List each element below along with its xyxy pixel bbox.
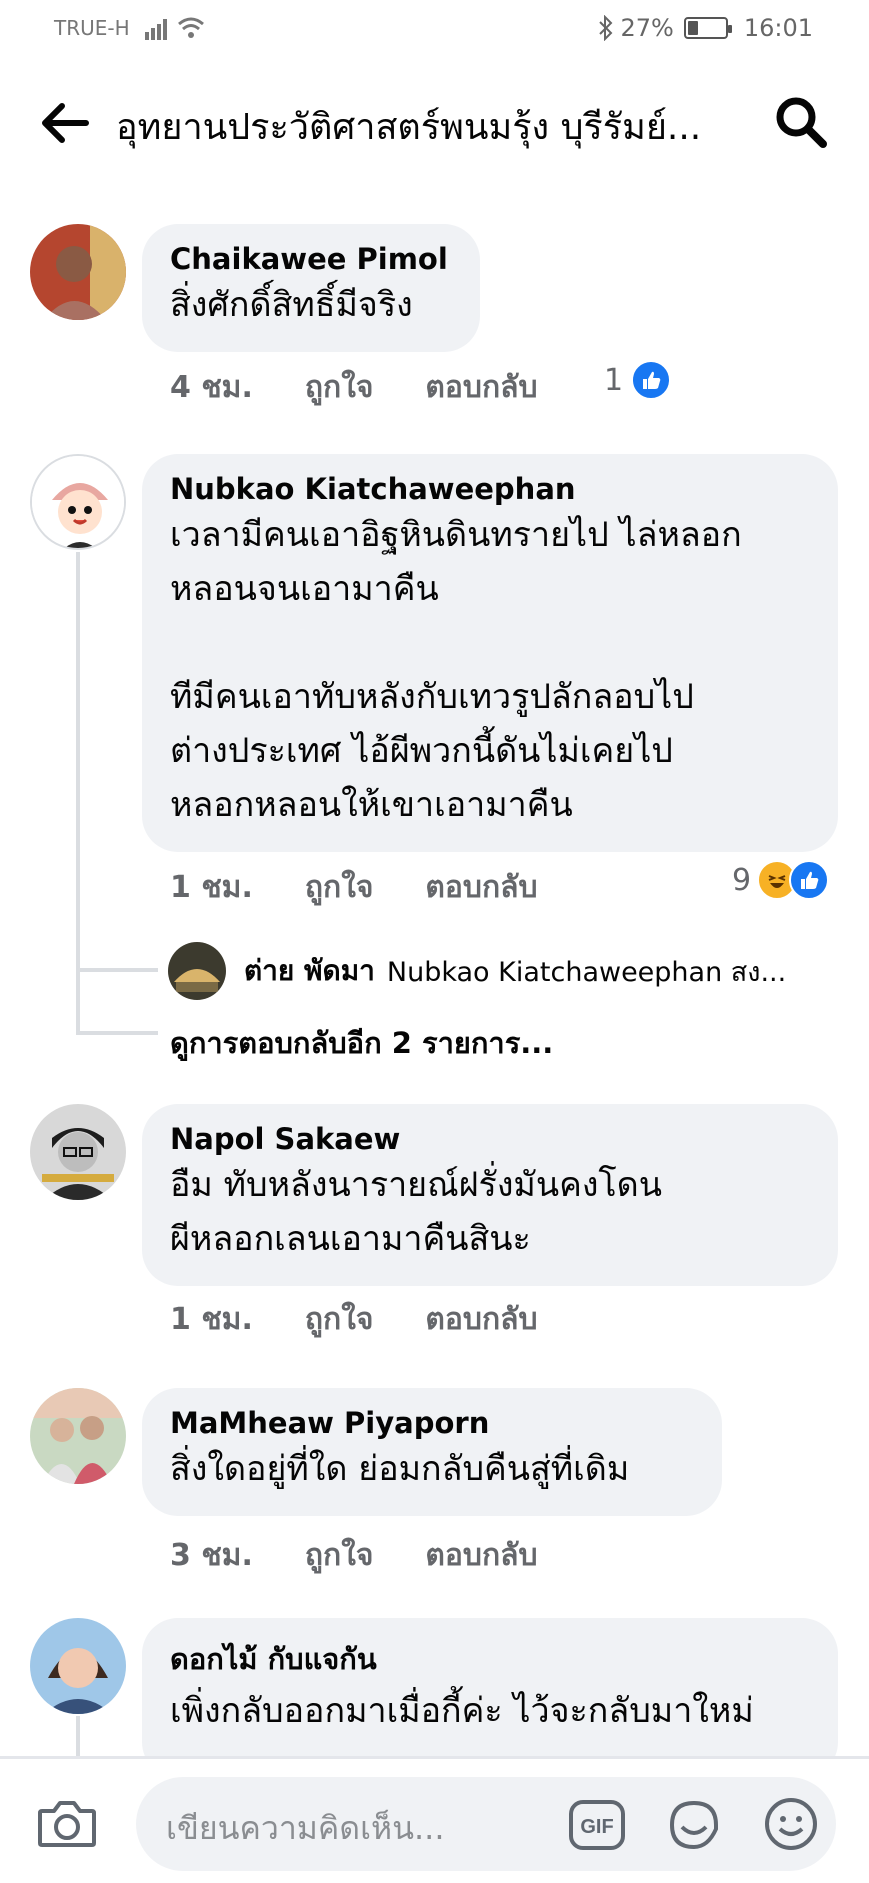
gif-icon[interactable]: GIF xyxy=(568,1799,626,1851)
comment-actions: 3 ชม. ถูกใจ ตอบกลับ xyxy=(170,1532,590,1579)
avatar[interactable] xyxy=(30,454,126,550)
comment-text: สิ่งศักดิ์สิทธิ์มีจริง xyxy=(170,285,413,325)
search-icon[interactable] xyxy=(773,94,829,150)
comment-time: 1 ชม. xyxy=(170,870,253,905)
sticker-icon[interactable] xyxy=(664,1795,724,1855)
reply-button[interactable]: ตอบกลับ xyxy=(425,1296,537,1343)
reply-preview[interactable]: ต่าย พัดมา Nubkao Kiatchaweephan สง... xyxy=(168,942,797,1000)
camera-icon[interactable] xyxy=(36,1797,98,1851)
commenter-name[interactable]: Chaikawee Pimol xyxy=(170,242,452,276)
like-button[interactable]: ถูกใจ xyxy=(305,1296,374,1343)
thread-line xyxy=(76,1031,158,1035)
comment-time: 4 ชม. xyxy=(170,370,253,405)
carrier-label: TRUE-H xyxy=(54,16,130,40)
signal-wifi-icon xyxy=(145,17,204,40)
reaction-count: 1 xyxy=(604,362,624,398)
avatar[interactable] xyxy=(30,224,126,320)
like-button[interactable]: ถูกใจ xyxy=(305,1532,374,1579)
comment-input[interactable]: เขียนความคิดเห็น... GIF xyxy=(136,1777,836,1871)
commenter-name[interactable]: ดอกไม้ กับแจกัน xyxy=(170,1636,810,1682)
reaction-summary[interactable]: 1 xyxy=(604,360,672,400)
reply-button[interactable]: ตอบกลับ xyxy=(425,1532,537,1579)
comment-text: เพิ่งกลับออกมาเมื่อกี้ค่ะ ไว้จะกลับมาใหม… xyxy=(170,1691,754,1731)
reply-button[interactable]: ตอบกลับ xyxy=(425,864,537,911)
commenter-name[interactable]: Napol Sakaew xyxy=(170,1122,810,1156)
reply-text: Nubkao Kiatchaweephan สง... xyxy=(386,956,787,988)
comment-composer: เขียนความคิดเห็น... GIF xyxy=(0,1756,869,1883)
comment-text: เวลามีคนเอาอิฐหินดินทรายไป ไล่หลอก หลอนจ… xyxy=(170,515,742,825)
comment-text: สิ่งใดอยู่ที่ใด ย่อมกลับคืนสู่ที่เดิม xyxy=(170,1449,630,1489)
reaction-count: 9 xyxy=(732,862,752,898)
reply-author-name[interactable]: ต่าย พัดมา xyxy=(244,949,375,993)
bluetooth-icon xyxy=(599,15,613,41)
comment-bubble[interactable]: Napol Sakaew อืม ทับหลังนารายณ์ฝรั่งมันค… xyxy=(142,1104,838,1286)
header: อุทยานประวัติศาสตร์พนมรุ้ง บุรีรัมย์... xyxy=(0,80,869,164)
reaction-summary[interactable]: 9 xyxy=(732,860,830,900)
reply-button[interactable]: ตอบกลับ xyxy=(425,364,537,411)
comment-time: 1 ชม. xyxy=(170,1302,253,1337)
commenter-name[interactable]: Nubkao Kiatchaweephan xyxy=(170,472,814,506)
comment-actions: 4 ชม. ถูกใจ ตอบกลับ xyxy=(170,364,590,411)
avatar[interactable] xyxy=(30,1104,126,1200)
like-button[interactable]: ถูกใจ xyxy=(305,864,374,911)
comment-actions: 1 ชม. ถูกใจ ตอบกลับ xyxy=(170,864,590,911)
avatar[interactable] xyxy=(30,1388,126,1484)
comment-input-placeholder: เขียนความคิดเห็น... xyxy=(166,1809,445,1847)
arrow-left-icon[interactable] xyxy=(36,96,96,150)
thread-line xyxy=(76,968,158,972)
status-bar: TRUE-H 27% 16:01 xyxy=(0,0,869,60)
battery-percent: 27% xyxy=(620,14,674,42)
comment-text: อืม ทับหลังนารายณ์ฝรั่งมันคงโดน ผีหลอกเล… xyxy=(170,1165,663,1259)
comment-bubble[interactable]: ดอกไม้ กับแจกัน เพิ่งกลับออกมาเมื่อกี้ค่… xyxy=(142,1618,838,1778)
thread-line xyxy=(76,552,80,1035)
view-more-replies-link[interactable]: ดูการตอบกลับอีก 2 รายการ... xyxy=(170,1020,553,1066)
avatar[interactable] xyxy=(168,942,226,1000)
emoji-icon[interactable] xyxy=(762,1795,820,1853)
page-title: อุทยานประวัติศาสตร์พนมรุ้ง บุรีรัมย์... xyxy=(116,107,702,148)
comment-time: 3 ชม. xyxy=(170,1538,253,1573)
like-reaction-icon xyxy=(631,360,672,400)
comment-bubble[interactable]: MaMheaw Piyaporn สิ่งใดอยู่ที่ใด ย่อมกลั… xyxy=(142,1388,722,1516)
like-reaction-icon xyxy=(789,860,830,900)
comment-bubble[interactable]: Chaikawee Pimol สิ่งศักดิ์สิทธิ์มีจริง xyxy=(142,224,480,352)
commenter-name[interactable]: MaMheaw Piyaporn xyxy=(170,1406,694,1440)
comment-actions: 1 ชม. ถูกใจ ตอบกลับ xyxy=(170,1296,590,1343)
like-button[interactable]: ถูกใจ xyxy=(305,364,374,411)
clock: 16:01 xyxy=(743,14,813,42)
thread-line xyxy=(76,1716,80,1756)
battery-icon xyxy=(683,17,732,39)
avatar[interactable] xyxy=(30,1618,126,1714)
gif-label: GIF xyxy=(580,1816,613,1838)
comment-bubble[interactable]: Nubkao Kiatchaweephan เวลามีคนเอาอิฐหินด… xyxy=(142,454,838,852)
